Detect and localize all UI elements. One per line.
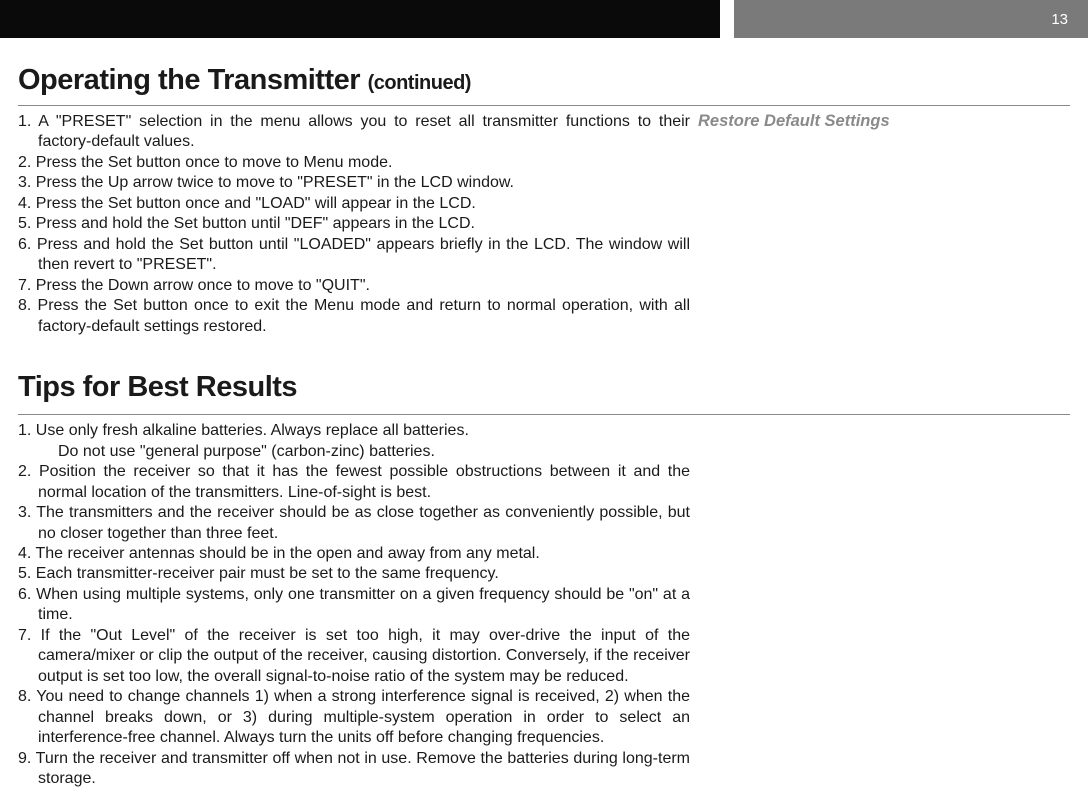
list-item: 1. Use only fresh alkaline batteries. Al… [18,421,690,462]
tips-list: 1. Use only fresh alkaline batteries. Al… [18,421,690,789]
section-rule-2 [18,414,1070,415]
restore-defaults-steps: 1. A "PRESET" selection in the menu allo… [18,112,690,337]
list-item: 2. Press the Set button once to move to … [18,153,690,173]
list-item: 1. A "PRESET" selection in the menu allo… [18,112,690,153]
side-heading-restore: Restore Default Settings [698,112,1070,131]
list-item: 3. Press the Up arrow twice to move to "… [18,173,690,193]
list-item: 5. Press and hold the Set button until "… [18,214,690,234]
list-item: 2. Position the receiver so that it has … [18,462,690,503]
section-title-operating: Operating the Transmitter (continued) [18,64,1070,97]
section2-body: 1. Use only fresh alkaline batteries. Al… [18,421,1070,789]
list-item: 4. Press the Set button once and "LOAD" … [18,194,690,214]
list-item: 7. If the "Out Level" of the receiver is… [18,626,690,687]
header-bar-left [0,0,720,38]
list-item: 4. The receiver antennas should be in th… [18,544,690,564]
list-item-subtext: Do not use "general purpose" (carbon-zin… [38,442,690,462]
header-bar-right: 13 [734,0,1088,38]
list-item: 8. You need to change channels 1) when a… [18,687,690,748]
list-item: 5. Each transmitter-receiver pair must b… [18,564,690,584]
section-title-main: Operating the Transmitter [18,64,360,96]
section1-side-column: Restore Default Settings [698,112,1070,131]
list-item: 9. Turn the receiver and transmitter off… [18,749,690,790]
list-item: 7. Press the Down arrow once to move to … [18,276,690,296]
list-item: 6. When using multiple systems, only one… [18,585,690,626]
header-bar-gap [720,0,734,38]
section1-body: 1. A "PRESET" selection in the menu allo… [18,112,1070,337]
list-item: 6. Press and hold the Set button until "… [18,235,690,276]
section1-main-column: 1. A "PRESET" selection in the menu allo… [18,112,690,337]
section-title-continued: (continued) [368,72,471,94]
section-title-tips: Tips for Best Results [18,371,1070,404]
page-content: Operating the Transmitter (continued) 1.… [0,38,1088,790]
section-rule-1 [18,105,1070,106]
list-item-text: 1. Use only fresh alkaline batteries. Al… [18,422,469,439]
list-item: 8. Press the Set button once to exit the… [18,296,690,337]
page-number: 13 [1051,11,1068,28]
section2-main-column: 1. Use only fresh alkaline batteries. Al… [18,421,690,789]
list-item: 3. The transmitters and the receiver sho… [18,503,690,544]
header-bar: 13 [0,0,1088,38]
